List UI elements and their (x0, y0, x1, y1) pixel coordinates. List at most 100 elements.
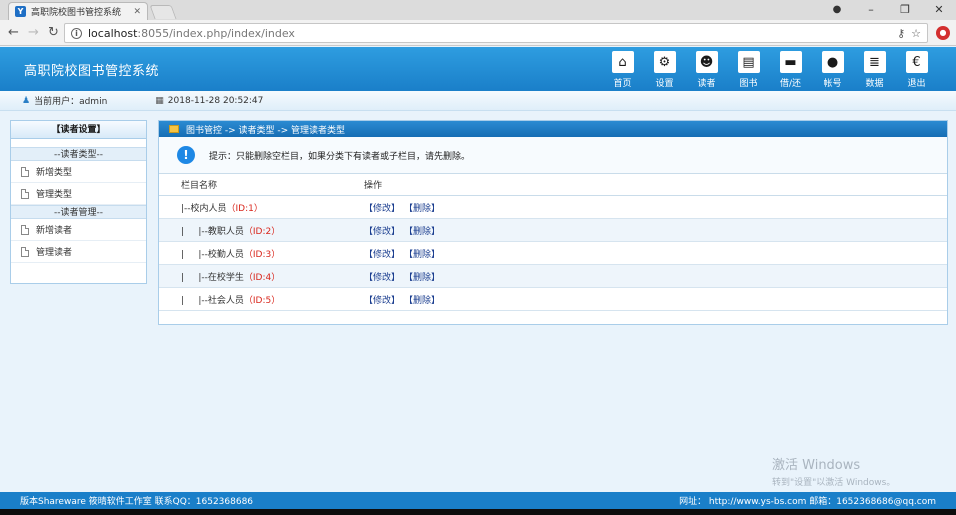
sidebar-item-label: 管理读者 (36, 248, 73, 258)
browser-tabbar: Y 高职院校图书管控系统 ✕ ● – ❐ ✕ (0, 0, 956, 20)
row-name: | |--教职人员（ID:2） (181, 226, 281, 237)
table-row: | |--教职人员（ID:2） 【修改】 【删除】 (159, 219, 947, 242)
document-icon (21, 224, 29, 235)
row-name: | |--社会人员（ID:5） (181, 295, 281, 306)
document-icon (21, 188, 29, 199)
sidebar-title: 【读者设置】 (11, 121, 146, 139)
top-nav: ⌂ 首页 ⚙ 设置 ☻ 读者 ▤ 图书 ▬ 借/还 ● 帐号 ≣ 数据 € 退出 (607, 51, 932, 89)
star-icon[interactable]: ☆ (911, 27, 921, 40)
row-id: （ID:1） (226, 203, 263, 214)
breadcrumb: 图书管控 -> 读者类型 -> 管理读者类型 (159, 121, 947, 137)
row-name: |--校内人员（ID:1） (181, 203, 263, 214)
activation-watermark: 激活 Windows 转到"设置"以激活 Windows。 (772, 454, 895, 488)
nav-settings[interactable]: ⚙ 设置 (649, 51, 680, 89)
euro-icon: € (905, 51, 928, 73)
watermark-title: 激活 Windows (772, 458, 861, 473)
document-icon (21, 166, 29, 177)
edit-link[interactable]: 【修改】 (364, 293, 400, 306)
delete-link[interactable]: 【删除】 (404, 201, 440, 214)
sidebar-item-manage-readers[interactable]: 管理读者 (11, 241, 146, 263)
favicon-icon: Y (15, 6, 26, 17)
nav-home[interactable]: ⌂ 首页 (607, 51, 638, 89)
gears-icon: ⚙ (653, 51, 676, 73)
tip-box: ! 提示：只能删除空栏目，如果分类下有读者或子栏目，请先删除。 (159, 137, 947, 174)
sidebar-item-manage-types[interactable]: 管理类型 (11, 183, 146, 205)
folder-icon (169, 125, 179, 133)
user-icon: ● (821, 51, 844, 73)
calendar-icon: ▦ (155, 95, 164, 106)
address-bar[interactable]: i localhost:8055/index.php/index/index ⚷… (64, 23, 928, 43)
table-row: | |--在校学生（ID:4） 【修改】 【删除】 (159, 265, 947, 288)
reload-icon[interactable]: ↻ (48, 25, 59, 41)
delete-link[interactable]: 【删除】 (404, 247, 440, 260)
nav-data[interactable]: ≣ 数据 (859, 51, 890, 89)
app-title: 高职院校图书管控系统 (24, 64, 160, 79)
window-controls: ● – ❐ ✕ (820, 0, 956, 20)
app-header: 高职院校图书管控系统 ⌂ 首页 ⚙ 设置 ☻ 读者 ▤ 图书 ▬ 借/还 ● 帐… (0, 47, 956, 91)
user-info-bar: ♟ 当前用户：admin ▦ 2018-11-28 20:52:47 (0, 91, 956, 111)
close-window-icon[interactable]: ✕ (922, 0, 956, 20)
tab-close-icon[interactable]: ✕ (133, 7, 141, 17)
row-id: （ID:5） (243, 295, 281, 306)
edit-link[interactable]: 【修改】 (364, 201, 400, 214)
folder-icon: ▬ (779, 51, 802, 73)
main-panel: 图书管控 -> 读者类型 -> 管理读者类型 ! 提示：只能删除空栏目，如果分类… (158, 120, 948, 325)
browser-tab[interactable]: Y 高职院校图书管控系统 ✕ (8, 2, 148, 20)
database-icon: ≣ (863, 51, 886, 73)
nav-readers[interactable]: ☻ 读者 (691, 51, 722, 89)
new-tab-button[interactable] (149, 5, 177, 19)
row-id: （ID:4） (243, 272, 281, 283)
sidebar-item-add-type[interactable]: 新增类型 (11, 161, 146, 183)
tip-text: 提示：只能删除空栏目，如果分类下有读者或子栏目，请先删除。 (209, 151, 471, 162)
book-icon: ▤ (737, 51, 760, 73)
row-name: | |--在校学生（ID:4） (181, 272, 281, 283)
sidebar-item-label: 新增读者 (36, 226, 73, 236)
site-info-icon[interactable]: i (71, 27, 82, 39)
home-icon: ⌂ (611, 51, 634, 73)
table-header: 栏目名称 操作 (159, 174, 947, 196)
current-datetime: 2018-11-28 20:52:47 (167, 95, 264, 106)
table-row: |--校内人员（ID:1） 【修改】 【删除】 (159, 196, 947, 219)
url-text[interactable]: localhost:8055/index.php/index/index (88, 27, 891, 40)
users-icon: ☻ (695, 51, 718, 73)
delete-link[interactable]: 【删除】 (404, 224, 440, 237)
footer-right: 网址： http://www.ys-bs.com 邮箱：1652368686@q… (679, 497, 936, 507)
extension-icon[interactable]: ● (936, 26, 950, 40)
table-row: | |--社会人员（ID:5） 【修改】 【删除】 (159, 288, 947, 311)
edit-link[interactable]: 【修改】 (364, 224, 400, 237)
sidebar-group-reader-management: --读者管理-- (11, 205, 146, 219)
row-id: （ID:2） (243, 226, 281, 237)
column-name-header: 栏目名称 (181, 181, 218, 191)
sidebar-item-add-reader[interactable]: 新增读者 (11, 219, 146, 241)
watermark-subtitle: 转到"设置"以激活 Windows。 (772, 478, 896, 488)
nav-account[interactable]: ● 帐号 (817, 51, 848, 89)
document-icon (21, 246, 29, 257)
browser-toolbar: ← → ↻ i localhost:8055/index.php/index/i… (0, 20, 956, 46)
breadcrumb-text: 图书管控 -> 读者类型 -> 管理读者类型 (186, 125, 346, 136)
edit-link[interactable]: 【修改】 (364, 270, 400, 283)
row-name: | |--校勤人员（ID:3） (181, 249, 281, 260)
column-ops-header: 操作 (364, 181, 383, 191)
sidebar-item-label: 新增类型 (36, 168, 73, 178)
sidebar-group-reader-types: --读者类型-- (11, 147, 146, 161)
row-id: （ID:3） (243, 249, 281, 260)
nav-books[interactable]: ▤ 图书 (733, 51, 764, 89)
sidebar: 【读者设置】 --读者类型-- 新增类型 管理类型 --读者管理-- 新增读者 … (10, 120, 147, 284)
footer-left: 版本Shareware 筱晴软件工作室 联系QQ：1652368686 (20, 497, 254, 507)
restore-icon[interactable]: ❐ (888, 0, 922, 20)
nav-logout[interactable]: € 退出 (901, 51, 932, 89)
profile-icon[interactable]: ● (820, 0, 854, 20)
tab-title: 高职院校图书管控系统 (31, 8, 122, 18)
forward-icon[interactable]: → (28, 25, 39, 41)
current-user: 当前用户：admin (34, 97, 108, 107)
delete-link[interactable]: 【删除】 (404, 270, 440, 283)
back-icon[interactable]: ← (8, 25, 19, 41)
edit-link[interactable]: 【修改】 (364, 247, 400, 260)
info-icon: ! (177, 146, 195, 164)
footer: 版本Shareware 筱晴软件工作室 联系QQ：1652368686 网址： … (0, 492, 956, 509)
delete-link[interactable]: 【删除】 (404, 293, 440, 306)
key-icon[interactable]: ⚷ (897, 27, 905, 40)
nav-borrow-return[interactable]: ▬ 借/还 (775, 51, 806, 89)
sidebar-item-label: 管理类型 (36, 190, 73, 200)
minimize-icon[interactable]: – (854, 0, 888, 20)
